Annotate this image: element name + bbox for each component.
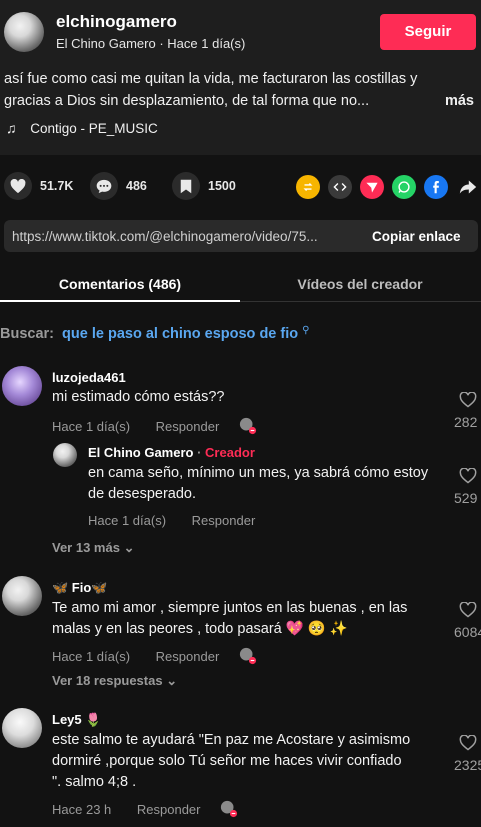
share-arrow-icon[interactable]	[456, 175, 480, 199]
commenter-avatar[interactable]	[2, 708, 42, 748]
comment-tabs: Comentarios (486) Vídeos del creador	[0, 266, 481, 302]
view-replies-button[interactable]: Ver 18 respuestas ⌄	[52, 673, 177, 689]
comment-text: mi estimado cómo estás??	[52, 389, 225, 405]
chevron-down-icon: ⌄	[123, 540, 135, 555]
view-more-label[interactable]: Ver 13 más	[52, 540, 120, 555]
comment-like-count: 2325	[454, 757, 481, 773]
comment-meta: Hace 1 día(s) Responder	[52, 647, 257, 668]
repost-icon[interactable]	[296, 175, 320, 199]
comment-action[interactable]: 486	[90, 172, 147, 200]
like-action[interactable]: 51.7K	[4, 172, 73, 200]
reply-like-count: 529	[454, 490, 478, 506]
comment-count: 486	[126, 179, 147, 193]
comment-like[interactable]: 6084	[448, 602, 481, 640]
creator-liked-icon	[239, 647, 257, 668]
reply-author-name[interactable]: El Chino Gamero	[88, 445, 193, 460]
chevron-down-icon: ⌄	[166, 673, 178, 688]
video-url[interactable]: https://www.tiktok.com/@elchinogamero/vi…	[12, 229, 357, 244]
like-count: 51.7K	[40, 179, 74, 193]
reply-button[interactable]: Responder	[192, 513, 256, 528]
commenter-avatar[interactable]	[2, 576, 42, 616]
music-link[interactable]: ♫ Contigo - PE_MUSIC	[6, 120, 158, 136]
facebook-icon[interactable]	[424, 175, 448, 199]
active-tab-indicator	[0, 300, 240, 302]
comment-time: Hace 23 h	[52, 801, 112, 817]
search-label: Buscar:	[0, 326, 54, 342]
creator-liked-icon	[220, 800, 238, 821]
comment-meta: Hace 1 día(s) Responder	[52, 417, 257, 438]
embed-icon[interactable]	[328, 175, 352, 199]
comment-like[interactable]: 2325	[448, 735, 481, 773]
comment-text: Te amo mi amor , siempre juntos en las b…	[52, 600, 408, 637]
heart-outline-icon	[459, 735, 477, 751]
comment-like-count: 282	[454, 414, 478, 430]
follow-button[interactable]: Seguir	[380, 14, 476, 50]
creator-display-name[interactable]: El Chino Gamero	[56, 36, 156, 51]
badge-separator: ·	[193, 445, 206, 460]
creator-subline: El Chino Gamero · Hace 1 día(s)	[56, 36, 245, 51]
view-more-replies-button[interactable]: Ver 13 más ⌄	[52, 540, 134, 556]
comment-text: este salmo te ayudará "En paz me Acostar…	[52, 732, 411, 790]
search-suggestion[interactable]: Buscar: que le paso al chino esposo de f…	[0, 325, 310, 342]
post-card: elchinogamero El Chino Gamero · Hace 1 d…	[0, 0, 481, 155]
creator-badge: Creador	[205, 445, 255, 460]
commenter-name[interactable]: Ley5 🌷	[52, 712, 101, 728]
description-text: así fue como casi me quitan la vida, me …	[4, 71, 418, 109]
tab-creator-videos[interactable]: Vídeos del creador	[240, 276, 480, 292]
comment-time: Hace 1 día(s)	[52, 418, 131, 434]
commenter-avatar[interactable]	[2, 366, 42, 406]
comment-meta: Hace 23 h Responder	[52, 800, 238, 821]
comment-item: Ley5 🌷 este salmo te ayudará "En paz me …	[0, 708, 481, 827]
reply-button[interactable]: Responder	[137, 802, 201, 817]
search-icon: ⚲	[302, 325, 310, 336]
save-action[interactable]: 1500	[172, 172, 236, 200]
reply-meta: Hace 1 día(s) Responder	[88, 513, 255, 528]
whatsapp-icon[interactable]	[392, 175, 416, 199]
action-bar: 51.7K 486 1500	[0, 172, 481, 202]
reply-like[interactable]: 529	[448, 468, 481, 506]
reply-time: Hace 1 día(s)	[88, 513, 167, 528]
music-title[interactable]: Contigo - PE_MUSIC	[30, 121, 158, 136]
send-icon[interactable]	[360, 175, 384, 199]
commenter-name[interactable]: 🦋 Fio🦋	[52, 580, 107, 596]
heart-outline-icon	[459, 468, 477, 484]
comment-like-count: 6084	[454, 624, 481, 640]
music-note-icon: ♫	[6, 120, 17, 136]
copy-link-button[interactable]: Copiar enlace	[372, 229, 461, 244]
heart-icon[interactable]	[4, 172, 32, 200]
comment-item: luzojeda461 mi estimado cómo estás?? Hac…	[0, 366, 481, 446]
creator-liked-icon	[239, 417, 257, 438]
share-link-bar: https://www.tiktok.com/@elchinogamero/vi…	[4, 220, 478, 252]
more-button[interactable]: más	[445, 90, 474, 112]
post-time: Hace 1 día(s)	[167, 36, 246, 51]
search-query[interactable]: que le paso al chino esposo de fio	[62, 326, 298, 342]
reply-button[interactable]: Responder	[156, 419, 220, 434]
reply-item: El Chino Gamero · Creador en cama seño, …	[0, 443, 481, 533]
comment-item: 🦋 Fio🦋 Te amo mi amor , siempre juntos e…	[0, 576, 481, 666]
creator-reply-avatar[interactable]	[53, 443, 77, 467]
heart-outline-icon	[459, 602, 477, 618]
tab-comments[interactable]: Comentarios (486)	[0, 276, 240, 292]
creator-username[interactable]: elchinogamero	[56, 12, 177, 32]
view-replies-label[interactable]: Ver 18 respuestas	[52, 673, 163, 688]
creator-avatar[interactable]	[4, 12, 44, 52]
reply-button[interactable]: Responder	[156, 649, 220, 664]
bookmark-icon[interactable]	[172, 172, 200, 200]
commenter-name[interactable]: luzojeda461	[52, 370, 126, 385]
heart-outline-icon	[459, 392, 477, 408]
comment-icon[interactable]	[90, 172, 118, 200]
comment-time: Hace 1 día(s)	[52, 648, 131, 664]
reply-text: en cama seño, mínimo un mes, ya sabrá có…	[88, 465, 429, 502]
comment-like[interactable]: 282	[448, 392, 481, 430]
save-count: 1500	[208, 179, 236, 193]
post-description: así fue como casi me quitan la vida, me …	[4, 68, 474, 112]
reply-author[interactable]: El Chino Gamero · Creador	[88, 445, 255, 460]
